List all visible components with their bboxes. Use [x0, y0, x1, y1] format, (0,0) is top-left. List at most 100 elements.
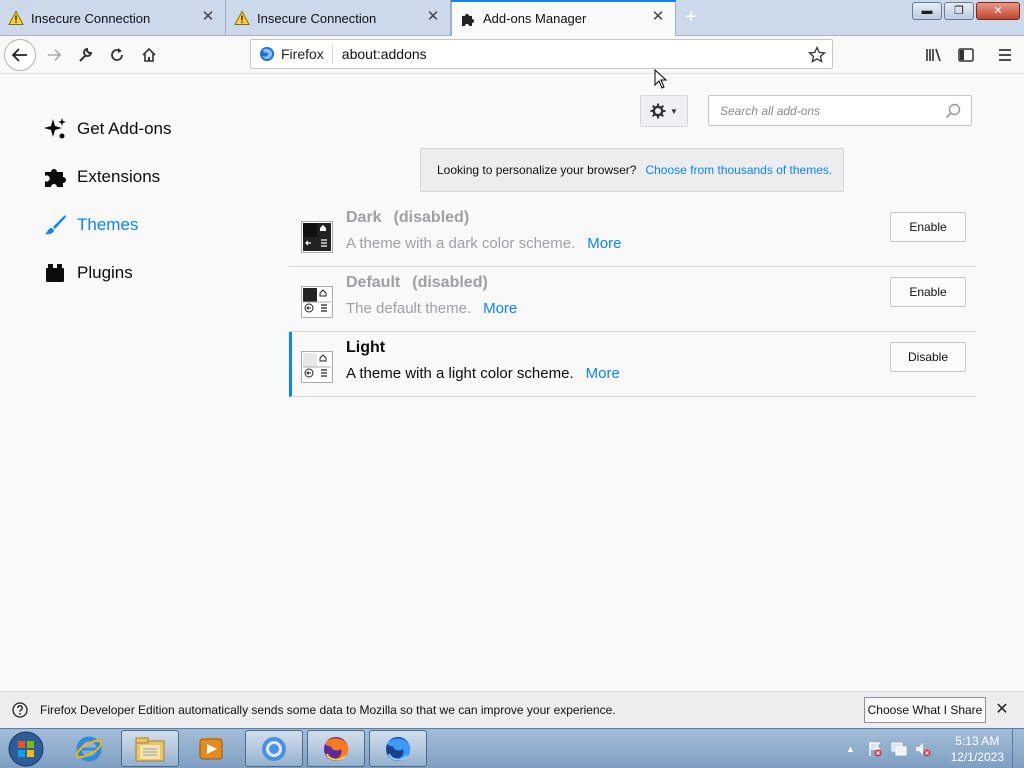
network-icon[interactable] — [891, 741, 907, 757]
bookmark-star-icon[interactable] — [808, 46, 826, 64]
url-text[interactable]: about:addons — [342, 46, 427, 62]
media-player-icon — [199, 738, 223, 759]
back-arrow-icon — [11, 48, 27, 62]
sparkle-icon — [43, 117, 67, 141]
taskbar-firefox-developer[interactable] — [369, 730, 427, 767]
category-extensions[interactable]: Extensions — [43, 165, 160, 189]
search-icon — [945, 103, 961, 119]
home-button[interactable] — [133, 39, 165, 71]
category-themes[interactable]: Themes — [43, 213, 138, 237]
close-window-button[interactable]: ✕ — [976, 2, 1020, 20]
taskbar-media-player[interactable] — [182, 730, 240, 767]
window-controls: ▬ ❐ ✕ — [912, 2, 1020, 20]
clock-date: 12/1/2023 — [950, 750, 1004, 764]
addon-description-text: A theme with a light color scheme. — [346, 365, 574, 382]
identity-box[interactable]: Firefox — [251, 44, 333, 64]
internet-explorer-icon — [75, 736, 103, 761]
sidebar-icon — [958, 48, 974, 62]
search-addons-field[interactable] — [708, 95, 972, 126]
addons-manager-page: Get Add-ons Extensions Themes Plugins ▼ … — [0, 75, 1024, 691]
show-desktop-button[interactable] — [1012, 729, 1024, 768]
addon-name: Dark (disabled) — [346, 209, 469, 227]
reload-button[interactable] — [101, 39, 133, 71]
file-explorer-icon — [135, 737, 165, 761]
themes-notice: Looking to personalize your browser? Cho… — [420, 148, 844, 192]
choose-what-i-share-button[interactable]: Choose What I Share — [864, 697, 986, 723]
tab-title: Insecure Connection — [31, 10, 151, 26]
addon-description-text: The default theme. — [346, 300, 472, 317]
notification-message: Firefox Developer Edition automatically … — [40, 703, 616, 717]
new-tab-icon[interactable]: + — [680, 6, 702, 28]
taskbar-firefox[interactable] — [307, 730, 365, 767]
back-button[interactable] — [4, 39, 36, 71]
category-plugins[interactable]: Plugins — [43, 261, 133, 285]
enable-button[interactable]: Enable — [890, 212, 966, 242]
home-icon — [142, 47, 156, 62]
tab-strip: Insecure Connection ✕ Insecure Connectio… — [0, 0, 1024, 37]
clock-time: 5:13 AM — [955, 734, 1000, 748]
close-notification-icon[interactable]: ✕ — [994, 702, 1010, 718]
taskbar-file-explorer[interactable] — [121, 730, 179, 767]
choose-themes-link[interactable]: Choose from thousands of themes. — [645, 163, 832, 177]
notice-text: Looking to personalize your browser? — [437, 163, 637, 177]
addon-more-link[interactable]: More — [587, 235, 621, 252]
sidebar-toggle-button[interactable] — [950, 39, 982, 71]
tab-close-icon[interactable]: ✕ — [651, 9, 665, 24]
start-button[interactable] — [4, 730, 48, 768]
addon-item-default[interactable]: Default (disabled) The default theme. More… — [289, 267, 976, 332]
forward-arrow-icon — [47, 49, 62, 61]
tab-insecure-connection-2[interactable]: Insecure Connection ✕ — [226, 0, 451, 36]
tab-close-icon[interactable]: ✕ — [201, 9, 215, 24]
action-center-icon[interactable] — [867, 741, 883, 757]
tab-close-icon[interactable]: ✕ — [426, 9, 440, 24]
addon-more-link[interactable]: More — [483, 300, 517, 317]
tab-insecure-connection-1[interactable]: Insecure Connection ✕ — [0, 0, 226, 36]
addon-status: (disabled) — [393, 209, 470, 226]
show-hidden-icons-icon[interactable]: ▲ — [846, 744, 855, 754]
tab-title: Insecure Connection — [257, 10, 377, 26]
taskbar-internet-explorer[interactable] — [60, 730, 118, 767]
tools-menu-button[interactable]: ▼ — [640, 95, 688, 127]
gear-icon — [650, 103, 666, 119]
puzzle-icon — [43, 165, 67, 189]
windows-start-icon — [8, 731, 44, 767]
addon-more-link[interactable]: More — [586, 365, 620, 382]
category-label: Themes — [77, 215, 139, 234]
menu-button[interactable] — [989, 39, 1021, 71]
addon-name: Default (disabled) — [346, 274, 488, 292]
url-bar[interactable]: Firefox about:addons — [250, 39, 833, 69]
library-icon — [926, 48, 941, 62]
addon-item-dark[interactable]: Dark (disabled) A theme with a dark color… — [289, 202, 976, 267]
chrome-icon — [262, 736, 286, 761]
tab-addons-manager[interactable]: Add-ons Manager ✕ — [451, 0, 676, 37]
warning-icon — [8, 10, 24, 25]
addon-description: The default theme. More — [346, 300, 517, 317]
search-input[interactable] — [720, 103, 935, 118]
addon-item-light[interactable]: Light A theme with a light color scheme.… — [289, 332, 976, 397]
minimize-button[interactable]: ▬ — [912, 2, 942, 20]
category-get-addons[interactable]: Get Add-ons — [43, 117, 172, 141]
dark-theme-icon — [301, 221, 333, 253]
customize-button[interactable] — [69, 39, 101, 71]
wrench-icon — [79, 47, 93, 62]
enable-button[interactable]: Enable — [890, 277, 966, 307]
category-label: Plugins — [77, 263, 133, 282]
taskbar-chrome[interactable] — [245, 730, 303, 767]
forward-button[interactable] — [38, 39, 70, 71]
addon-status: (disabled) — [412, 274, 488, 291]
addon-description-text: A theme with a dark color scheme. — [346, 235, 576, 252]
plugin-icon — [43, 261, 67, 285]
clock[interactable]: 5:13 AM 12/1/2023 — [951, 733, 1004, 765]
reload-icon — [111, 48, 123, 61]
addon-title: Light — [346, 339, 386, 356]
volume-muted-icon[interactable] — [915, 741, 931, 757]
restore-button[interactable]: ❐ — [944, 2, 974, 20]
question-icon — [12, 702, 28, 718]
data-collection-notification: Firefox Developer Edition automatically … — [0, 691, 1024, 728]
disable-button[interactable]: Disable — [890, 342, 966, 372]
library-button[interactable] — [918, 39, 950, 71]
hamburger-menu-icon — [999, 49, 1011, 61]
puzzle-icon — [462, 13, 474, 26]
light-theme-icon — [301, 351, 333, 383]
addon-description: A theme with a dark color scheme. More — [346, 235, 621, 252]
